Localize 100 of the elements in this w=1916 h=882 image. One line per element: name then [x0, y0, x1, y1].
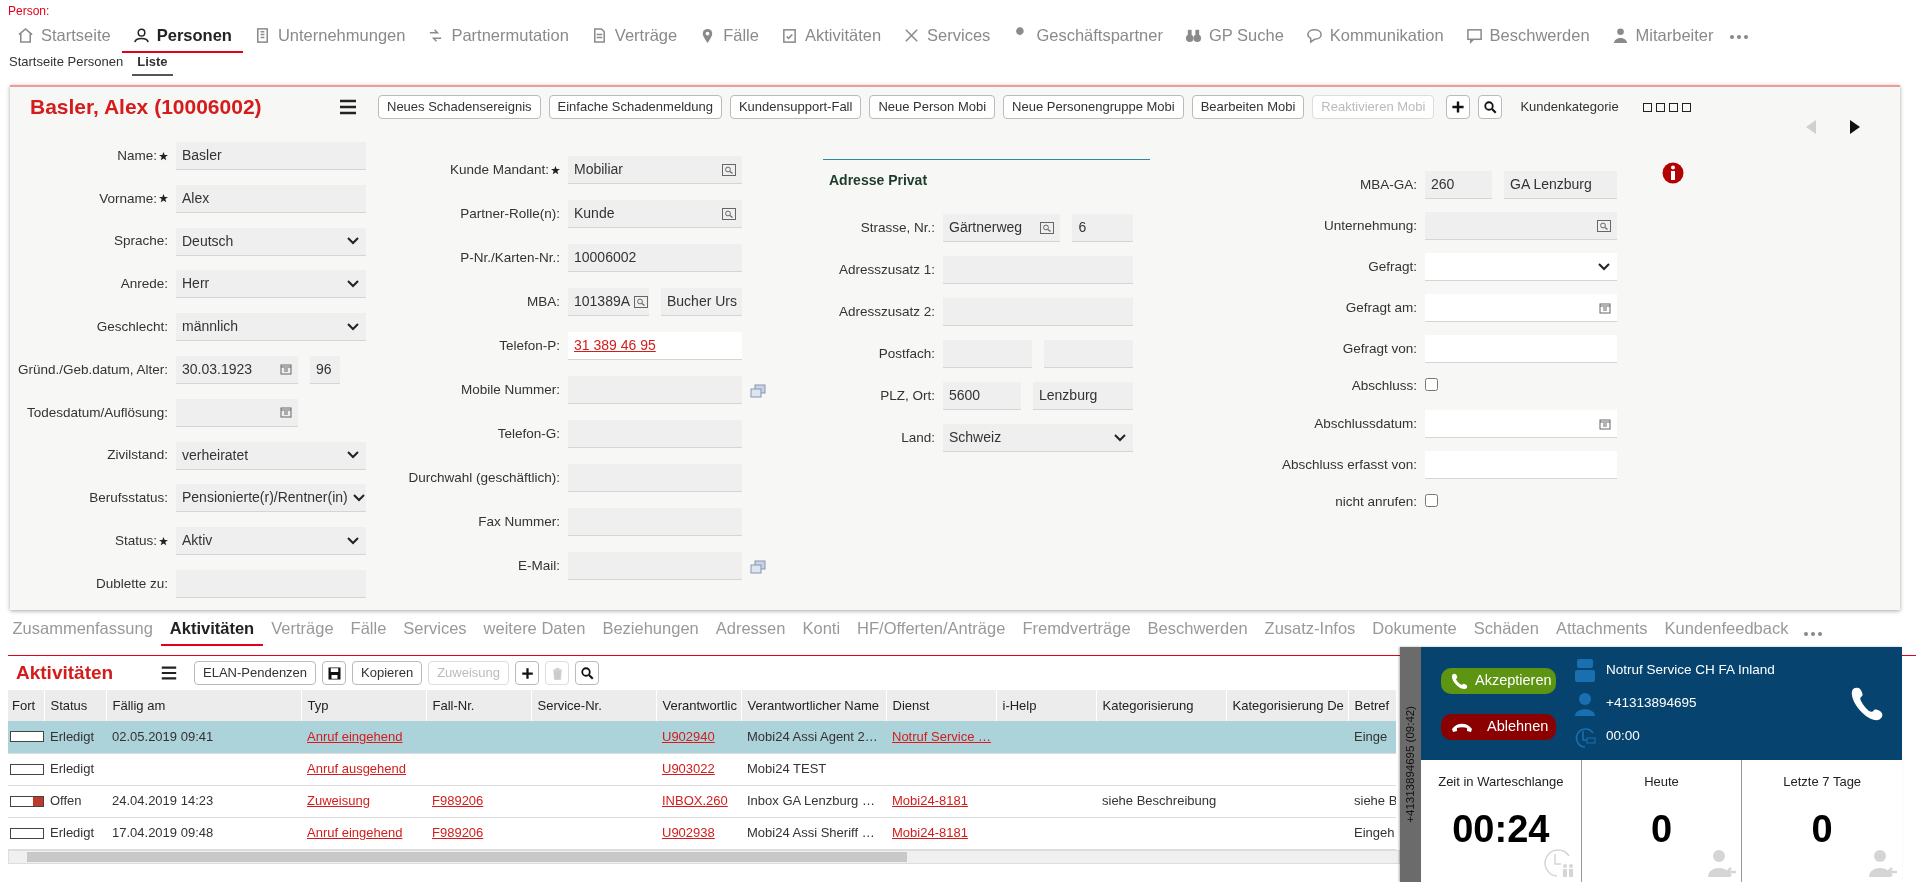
input-field[interactable]: GA Lenzburg	[1504, 171, 1617, 199]
column-header[interactable]: Fall-Nr.	[426, 690, 531, 721]
input-field[interactable]: 6	[1072, 214, 1133, 242]
lookup-field[interactable]: Kunde	[568, 200, 742, 228]
contact-card-icon[interactable]	[750, 559, 766, 574]
input-field[interactable]	[568, 552, 742, 580]
column-header[interactable]: Betref	[1348, 690, 1396, 721]
nav-tab[interactable]: Verträge	[579, 19, 689, 54]
input-field[interactable]: Basler	[176, 142, 366, 170]
dropdown[interactable]: Herr	[176, 270, 366, 299]
menu-icon[interactable]	[338, 97, 358, 117]
input-field[interactable]: Lenzburg	[1033, 382, 1133, 410]
toolbar-button[interactable]: ELAN-Pendenzen	[194, 661, 317, 685]
input-field[interactable]: Alex	[176, 184, 366, 213]
dropdown[interactable]: Aktiv	[176, 527, 366, 556]
date-field[interactable]	[176, 398, 298, 427]
menu-icon[interactable]	[160, 664, 178, 682]
link[interactable]: F989206	[432, 825, 484, 841]
tab[interactable]: Aktivitäten	[161, 616, 263, 646]
reject-button[interactable]: Ablehnen	[1441, 713, 1556, 740]
input-field[interactable]	[943, 298, 1133, 326]
link[interactable]: U902938	[662, 825, 715, 841]
action-button[interactable]: Einfache Schadenmeldung	[548, 95, 722, 119]
nav-tab[interactable]: Personen	[121, 19, 243, 54]
search-button[interactable]	[1478, 95, 1503, 119]
nav-tab[interactable]: Kommunikation	[1294, 19, 1455, 54]
phone-link[interactable]: 31 389 46 95	[574, 335, 656, 356]
lookup-icon[interactable]	[634, 295, 649, 308]
nav-tab[interactable]: Beschwerden	[1454, 19, 1601, 54]
link[interactable]: Mobi24-8181	[892, 793, 968, 809]
input-field[interactable]	[1044, 340, 1133, 368]
column-header[interactable]: Status	[44, 690, 106, 721]
info-icon[interactable]	[1662, 162, 1684, 184]
table-row[interactable]: Erledigt 17.04.2019 09:48 Anruf eingehend F989206 U902938 Mobi24 Assi Sheriff … Mobi24-8181 Eingeh	[8, 817, 1396, 849]
action-button[interactable]: Neue Person Mobi	[869, 95, 996, 119]
link[interactable]: U903022	[662, 761, 715, 777]
sub-tab[interactable]: Liste	[132, 51, 173, 76]
column-header[interactable]: i-Help	[996, 690, 1096, 721]
column-header[interactable]: Fort	[8, 690, 44, 721]
nav-tab[interactable]: Services	[892, 19, 1002, 54]
lookup-icon[interactable]	[1040, 221, 1055, 234]
phone-field[interactable]: 31 389 46 95	[568, 332, 742, 360]
search-button[interactable]	[575, 661, 599, 685]
dropdown[interactable]: männlich	[176, 313, 366, 342]
toolbar-button[interactable]: Kopieren	[352, 661, 423, 685]
lookup-field[interactable]: Mobiliar	[568, 156, 742, 184]
input-field[interactable]	[943, 256, 1133, 284]
link[interactable]: INBOX.260	[662, 793, 728, 809]
lookup-icon[interactable]	[722, 163, 736, 176]
link[interactable]: Anruf ausgehend	[307, 761, 407, 777]
table-row[interactable]: Offen 24.04.2019 14:23 Zuweisung F989206 INBOX.260 Inbox GA Lenzburg … Mobi24-8181 siehe Beschreibung siehe B	[8, 785, 1396, 817]
column-header[interactable]: Kategorisierung	[1096, 690, 1226, 721]
lookup-field[interactable]	[1425, 212, 1617, 240]
accept-button[interactable]: Akzeptieren	[1441, 667, 1556, 694]
date-field[interactable]	[1425, 294, 1617, 322]
input-field[interactable]	[568, 420, 742, 448]
input-field[interactable]	[943, 340, 1032, 368]
checkbox[interactable]	[1425, 494, 1438, 507]
nav-tab[interactable]: Geschäftspartner	[1001, 19, 1174, 54]
more-icon[interactable]	[1802, 631, 1823, 637]
nav-tab[interactable]: Aktivitäten	[769, 19, 893, 54]
action-button[interactable]: Kundensupport-Fall	[729, 95, 862, 119]
link[interactable]: Anruf eingehend	[307, 825, 403, 841]
action-button[interactable]: Neue Personengruppe Mobi	[1003, 95, 1184, 119]
input-field[interactable]: 101389A	[568, 288, 649, 316]
nav-tab[interactable]: GP Suche	[1173, 19, 1295, 54]
input-field[interactable]	[568, 508, 742, 536]
column-header[interactable]: Verantwortlicher Name	[741, 690, 886, 721]
contact-card-icon[interactable]	[750, 383, 766, 398]
input-field[interactable]: 5600	[943, 382, 1021, 410]
dropdown[interactable]	[1425, 253, 1617, 281]
input-field[interactable]	[568, 376, 742, 404]
column-header[interactable]: Verantwortlic	[656, 690, 741, 721]
table-row[interactable]: Erledigt Anruf ausgehend U903022 Mobi24 TEST	[8, 753, 1396, 785]
nav-tab[interactable]: Startseite	[6, 19, 122, 54]
lookup-icon[interactable]	[722, 207, 736, 220]
age-field[interactable]: 96	[310, 356, 340, 384]
save-button[interactable]	[322, 661, 347, 685]
action-button[interactable]: Bearbeiten Mobi	[1191, 95, 1305, 119]
link[interactable]: F989206	[432, 793, 484, 809]
input-field[interactable]: Bucher Urs	[661, 288, 742, 316]
checkbox[interactable]	[1425, 378, 1438, 391]
input-field[interactable]	[568, 464, 742, 492]
column-header[interactable]: Dienst	[886, 690, 996, 721]
column-header[interactable]: Kategorisierung De	[1226, 690, 1348, 721]
input-field[interactable]	[1425, 451, 1617, 479]
lookup-icon[interactable]	[1597, 219, 1611, 232]
link[interactable]: Mobi24-8181	[892, 825, 968, 841]
dropdown[interactable]: Pensionierte(r)/Rentner(in)	[176, 484, 366, 513]
link[interactable]: Zuweisung	[307, 793, 370, 809]
next-icon[interactable]	[1850, 120, 1860, 134]
sub-tab[interactable]: Startseite Personen	[4, 51, 129, 76]
input-field[interactable]: 260	[1425, 171, 1493, 199]
dropdown[interactable]: verheiratet	[176, 441, 366, 470]
date-field[interactable]: 30.03.1923	[176, 356, 298, 384]
dropdown[interactable]: Deutsch	[176, 227, 366, 256]
input-field[interactable]: 10006002	[568, 244, 742, 272]
input-field[interactable]	[176, 569, 366, 598]
column-header[interactable]: Fällig am	[106, 690, 301, 721]
add-button[interactable]	[1446, 95, 1471, 119]
